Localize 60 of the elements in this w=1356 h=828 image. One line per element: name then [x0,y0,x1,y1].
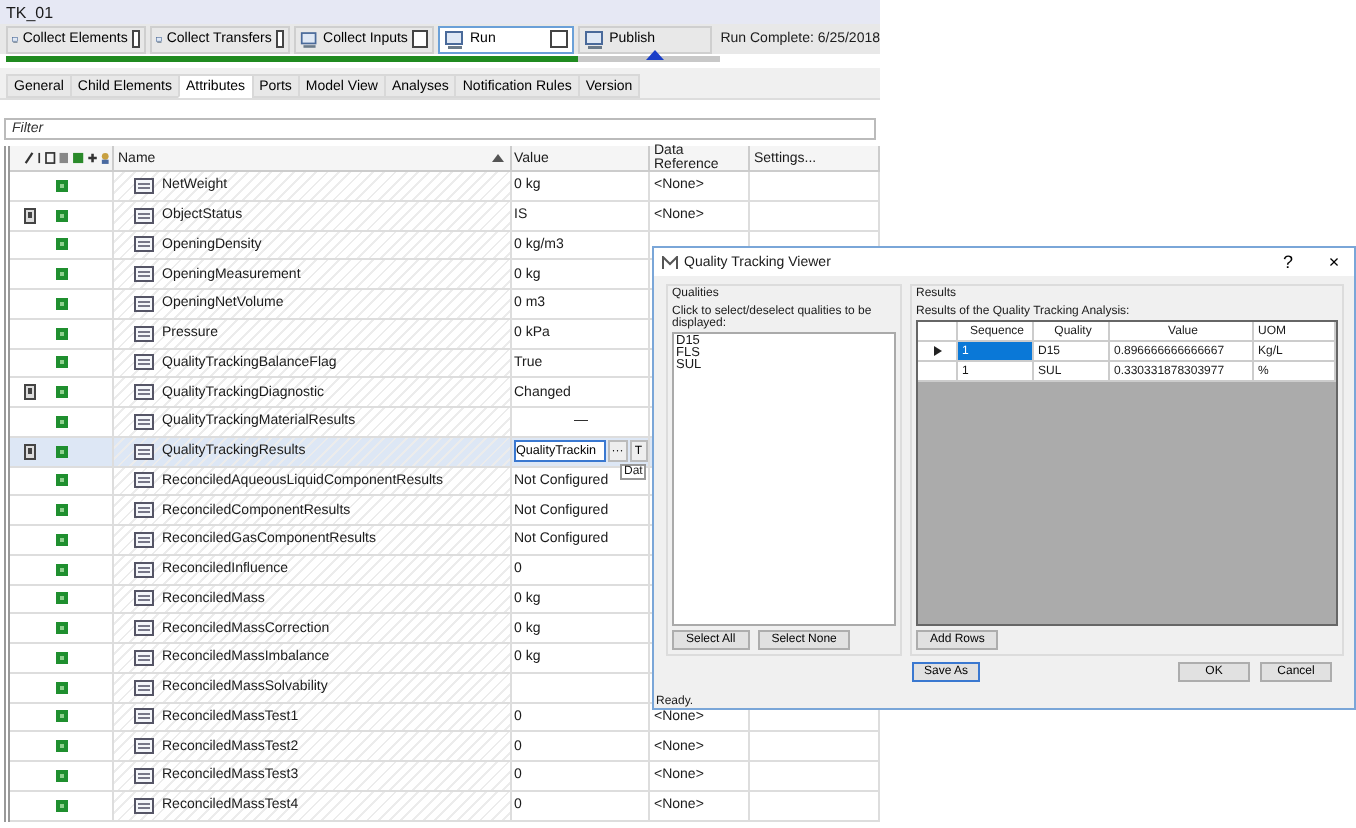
attribute-icon [134,266,154,283]
attribute-icon [134,325,154,342]
current-row-icon [933,346,941,356]
toolbar-icon [444,29,466,49]
indicator-icon [56,622,68,635]
checkbox[interactable] [275,30,284,48]
indicator-icon [56,563,68,576]
attribute-icon [134,207,154,224]
indicator-icon [56,533,68,546]
indicator-icon [56,415,68,428]
app-icon [662,255,678,269]
attribute-icon [134,177,154,194]
indicator-icon [56,651,68,664]
column-icons-drawing [24,150,112,166]
indicator-icon [56,799,68,812]
attribute-icon [134,236,154,253]
indicator-icon [56,327,68,340]
row-header[interactable] [918,342,958,362]
attribute-icon [134,354,154,371]
indicator-icon [56,297,68,310]
checkbox[interactable] [131,30,140,48]
indicator-icon [56,592,68,605]
attribute-icon [134,679,154,696]
help-button[interactable]: ? [1268,252,1308,272]
grid-corner [918,322,958,342]
attribute-icon [134,413,154,430]
indicator-icon [56,179,68,192]
indicator-icon [56,474,68,487]
attribute-icon [134,767,154,784]
attribute-icon [134,561,154,578]
indicator-icon [56,445,68,458]
attribute-icon [134,295,154,312]
toolbar-icon [583,29,606,49]
attribute-icon [134,708,154,725]
attribute-icon [134,443,154,460]
attribute-icon [134,620,154,637]
attribute-icon [134,531,154,548]
indicator-icon [56,769,68,782]
indicator-icon [56,504,68,517]
indicator-icon [56,356,68,369]
window-title: TK_01 [6,3,54,21]
attribute-icon [134,649,154,666]
indicator-icon [56,681,68,694]
indicator-icon [56,209,68,222]
checkbox[interactable] [549,30,568,48]
attribute-icon [134,472,154,489]
checkbox[interactable] [411,30,428,48]
close-button[interactable]: × [1314,252,1354,272]
attribute-icon [134,797,154,814]
indicator-icon [56,710,68,723]
indicator-icon [56,386,68,399]
attribute-icon [134,384,154,401]
attribute-icon [134,738,154,755]
sort-icon[interactable] [492,154,504,162]
attribute-icon [134,590,154,607]
toolbar-icon [300,29,320,49]
indicator-icon [56,238,68,251]
indicator-icon [56,268,68,281]
attribute-icon [134,502,154,519]
indicator-icon [56,740,68,753]
